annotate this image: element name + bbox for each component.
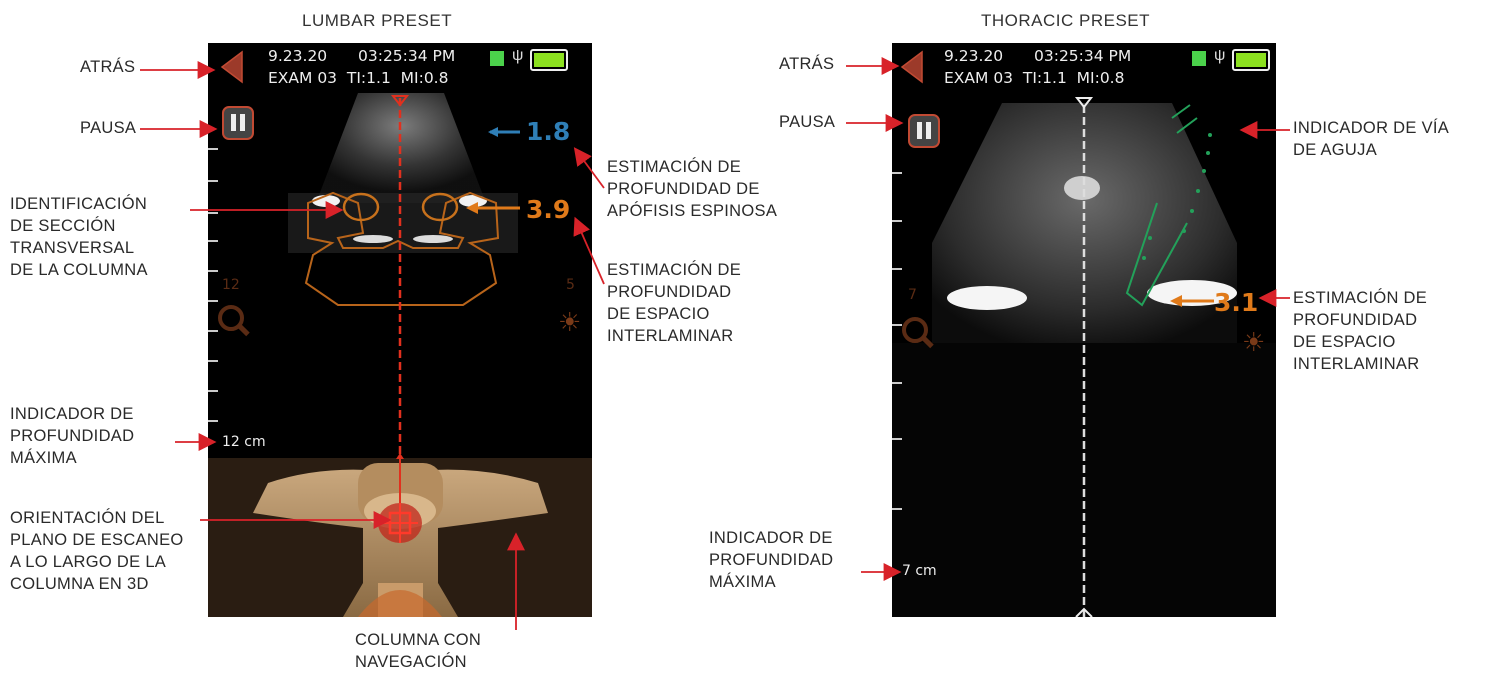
thoracic-image-layer	[892, 97, 1276, 617]
date-text: 9.23.20	[944, 47, 1004, 65]
exam-info-text: EXAM 03 TI:1.1 MI:0.8	[944, 69, 1125, 87]
back-triangle-icon[interactable]	[218, 50, 246, 84]
sd-card-icon	[1192, 51, 1206, 66]
annotation-back-right: ATRÁS	[779, 55, 835, 73]
annotation-interlaminar-left: ESTIMACIÓN DE PROFUNDIDAD DE ESPACIO INT…	[607, 261, 742, 345]
gain-sun-icon[interactable]: ☀	[1242, 327, 1265, 358]
interlaminar-depth-value: 3.1	[1214, 288, 1259, 317]
sd-card-icon	[490, 51, 504, 66]
annotation-needle-path: INDICADOR DE VÍA DE AGUJA	[1293, 119, 1450, 159]
exam-info-text: EXAM 03 TI:1.1 MI:0.8	[268, 69, 449, 87]
annotation-cross-section: IDENTIFICACIÓN DE SECCIÓN TRANSVERSAL DE…	[10, 195, 148, 279]
annotation-interlaminar-right: ESTIMACIÓN DE PROFUNDIDAD DE ESPACIO INT…	[1293, 289, 1428, 373]
lumbar-ultrasound-screen: 9.23.20 03:25:34 PM EXAM 03 TI:1.1 MI:0.…	[208, 43, 592, 617]
time-text: 03:25:34 PM	[358, 47, 456, 65]
max-depth-label: 7 cm	[902, 563, 937, 579]
max-depth-label: 12 cm	[222, 434, 266, 450]
gain-level: 5	[566, 277, 575, 293]
thoracic-ultrasound-screen: 9.23.20 03:25:34 PM EXAM 03 TI:1.1 MI:0.…	[892, 43, 1276, 617]
pause-button[interactable]	[908, 114, 940, 148]
time-text: 03:25:34 PM	[1034, 47, 1132, 65]
annotation-scan-plane: ORIENTACIÓN DEL PLANO DE ESCANEO A LO LA…	[10, 509, 184, 593]
thoracic-preset-title: THORACIC PRESET	[981, 11, 1151, 30]
interlaminar-depth-value: 3.9	[526, 195, 571, 224]
annotation-spinous-depth: ESTIMACIÓN DE PROFUNDIDAD DE APÓFISIS ES…	[607, 158, 778, 220]
gain-sun-icon[interactable]: ☀	[558, 307, 581, 338]
scan-plane-marker	[378, 503, 422, 543]
pause-icon	[917, 122, 922, 139]
usb-icon: ψ	[512, 47, 524, 64]
battery-icon	[530, 49, 568, 71]
usb-icon: ψ	[1214, 47, 1226, 64]
annotation-max-depth-left: INDICADOR DE PROFUNDIDAD MÁXIMA	[10, 405, 135, 467]
annotation-pause-left: PAUSA	[80, 119, 137, 137]
pause-button[interactable]	[222, 106, 254, 140]
pause-icon	[231, 114, 236, 131]
spinous-depth-arrow-icon	[488, 127, 520, 137]
annotation-max-depth-right: INDICADOR DE PROFUNDIDAD MÁXIMA	[709, 529, 834, 591]
annotation-back-left: ATRÁS	[80, 58, 136, 76]
back-triangle-icon[interactable]	[898, 50, 926, 84]
lumbar-depth-scale	[208, 148, 218, 422]
annotation-spine-navigation: COLUMNA CON NAVEGACIÓN	[355, 631, 482, 671]
spinous-depth-value: 1.8	[526, 117, 571, 146]
zoom-level: 12	[222, 277, 240, 293]
zoom-level: 7	[908, 287, 917, 303]
battery-icon	[1232, 49, 1270, 71]
lumbar-preset-title: LUMBAR PRESET	[302, 11, 453, 30]
annotation-pause-right: PAUSA	[779, 113, 836, 131]
date-text: 9.23.20	[268, 47, 328, 65]
